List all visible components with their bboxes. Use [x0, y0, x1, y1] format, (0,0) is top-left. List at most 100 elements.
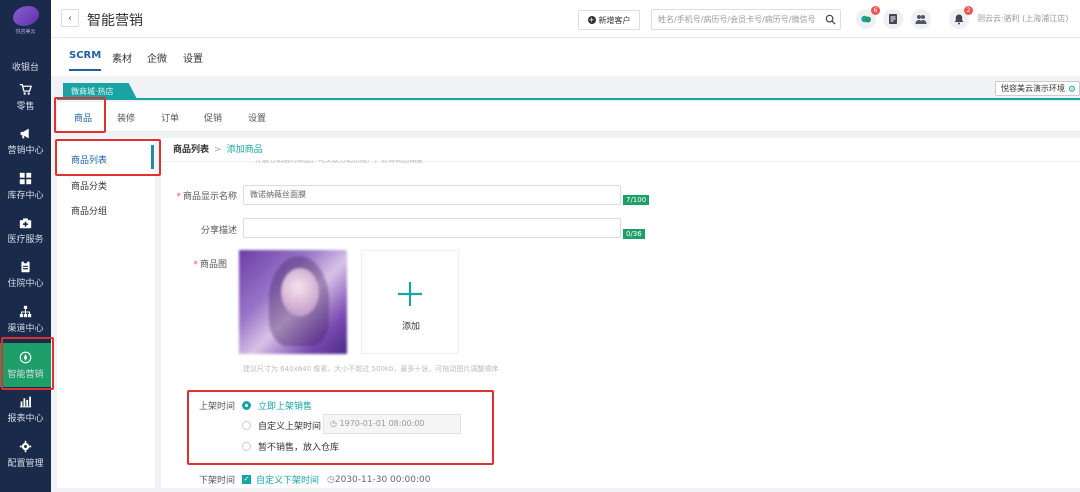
side-item-goods-list[interactable]: 商品列表 [71, 153, 107, 166]
cart-icon [19, 82, 33, 96]
gear-icon [19, 439, 33, 453]
document-button[interactable] [883, 9, 903, 29]
chat-icon [861, 15, 871, 23]
clock-icon: ◷ [327, 474, 335, 485]
nav-item-cashier[interactable]: 收银台 [0, 38, 51, 78]
grid-icon [19, 171, 33, 185]
app-logo[interactable]: 悦容美云 [10, 6, 41, 38]
back-button[interactable]: ‹ [61, 9, 79, 27]
tab-module-settings[interactable]: 设置 [248, 111, 266, 124]
off-shelf-time[interactable]: 2030-11-30 00:00:00 [335, 475, 431, 485]
content-panel: 商品列表 > 添加商品 开启分销后的商品，可关联分销员推广，获得商品佣金 * 商品显示… [161, 138, 1080, 488]
side-menu: 商品列表 商品分类 商品分组 [57, 138, 155, 488]
environment-selector[interactable]: 悦容美云演示环境 ⚙ [995, 81, 1080, 96]
shop-bar: 微商城·热店 悦容美云演示环境 ⚙ [57, 80, 1080, 100]
shelf-option-custom[interactable]: 自定义上架时间 [242, 419, 321, 432]
nav-item-label: 渠道中心 [7, 324, 44, 334]
off-shelf-label: 下架时间 [198, 476, 235, 486]
new-customer-button[interactable]: + 新增客户 [578, 10, 640, 30]
nav-item-config[interactable]: 配置管理 [0, 434, 51, 474]
left-nav: 悦容美云 收银台 零售 营销中心 库存中心 医疗服务 住院中心 渠道中心 智能营… [0, 0, 51, 492]
settings-gear-icon[interactable]: ⚙ [1068, 84, 1076, 97]
sub-nav: SCRM 素材 企微 设置 [51, 38, 1080, 76]
tab-material[interactable]: 素材 [112, 50, 132, 65]
nav-item-label: 零售 [16, 102, 35, 112]
clipboard-icon [19, 259, 33, 273]
nav-item-smart-marketing[interactable]: 智能营销 [0, 343, 51, 387]
shelf-time-input[interactable]: ◷ 1970-01-01 08:00:00 [323, 414, 461, 434]
breadcrumb-next[interactable]: 添加商品 [227, 145, 263, 155]
notification-button[interactable]: 2 [949, 6, 973, 29]
chat-button[interactable]: 6 [856, 6, 880, 29]
chat-badge: 6 [871, 6, 880, 15]
search-placeholder: 姓名/手机号/病历号/会员卡号/病历号/微信号 [658, 15, 816, 24]
bell-icon [954, 14, 964, 25]
top-bar: ‹ 智能营销 + 新增客户 姓名/手机号/病历号/会员卡号/病历号/微信号 6 … [51, 0, 1080, 38]
nav-item-retail[interactable]: 零售 [0, 77, 51, 117]
nav-item-medical-service[interactable]: 医疗服务 [0, 210, 51, 250]
users-button[interactable] [911, 9, 931, 29]
radio-unchecked[interactable] [242, 442, 251, 451]
user-info[interactable]: 测云云·骆利 (上海浦江店) [977, 13, 1068, 24]
nav-item-label: 医疗服务 [7, 235, 44, 245]
tab-goods[interactable]: 商品 [72, 111, 94, 133]
goods-name-label: * 商品显示名称 [176, 192, 237, 202]
radio-checked[interactable] [242, 401, 251, 410]
image-face-shape [281, 268, 319, 316]
breadcrumb-separator: > [214, 145, 222, 155]
tab-promotion[interactable]: 促销 [204, 111, 222, 124]
bar-chart-icon [19, 394, 33, 408]
goods-image-thumbnail[interactable] [239, 250, 347, 354]
global-search-input[interactable]: 姓名/手机号/病历号/会员卡号/病历号/微信号 [651, 9, 841, 30]
share-desc-input[interactable] [243, 218, 621, 238]
breadcrumb-current[interactable]: 商品列表 [173, 145, 209, 155]
environment-label: 悦容美云演示环境 [1001, 84, 1065, 93]
nav-item-channel-center[interactable]: 渠道中心 [0, 299, 51, 339]
logo-mark [12, 6, 39, 26]
shelf-option-immediate[interactable]: 立即上架销售 [242, 399, 312, 412]
form-hint-top: 开启分销后的商品，可关联分销员推广，获得商品佣金 [255, 160, 423, 164]
notification-badge: 2 [964, 6, 973, 15]
nav-item-inventory-center[interactable]: 库存中心 [0, 166, 51, 206]
nav-item-label: 智能营销 [7, 370, 44, 380]
nav-item-label: 库存中心 [7, 191, 44, 201]
add-image-button[interactable]: 添加 [361, 250, 459, 354]
active-indicator [151, 145, 154, 169]
add-image-label: 添加 [401, 322, 420, 332]
radio-unchecked[interactable] [242, 421, 251, 430]
image-hint: 建议尺寸为 640x640 像素，大小不超过 500kb，最多十张，可拖动图片调… [243, 365, 499, 373]
checkbox-checked-icon[interactable]: ✓ [242, 475, 251, 484]
document-icon [889, 14, 897, 24]
nav-item-report-center[interactable]: 报表中心 [0, 389, 51, 429]
goods-image-label: * 商品图 [193, 260, 227, 270]
goods-name-input[interactable]: 微诺纳薇丝面膜 [243, 185, 621, 205]
nav-item-inpatient-center[interactable]: 住院中心 [0, 254, 51, 294]
nav-item-marketing-center[interactable]: 营销中心 [0, 121, 51, 161]
goods-name-counter: 7/100 [623, 195, 650, 205]
off-shelf-option-custom[interactable]: ✓ 自定义下架时间 ◷ 2030-11-30 00:00:00 [242, 473, 430, 486]
medkit-icon [19, 215, 33, 229]
share-desc-label: 分享描述 [200, 226, 237, 236]
breadcrumb: 商品列表 > 添加商品 [161, 138, 1080, 162]
tab-orders[interactable]: 订单 [161, 111, 179, 124]
side-item-goods-category[interactable]: 商品分类 [71, 179, 107, 192]
nav-item-label: 住院中心 [7, 279, 44, 289]
users-icon [915, 15, 927, 24]
plus-icon: + [587, 16, 596, 24]
shelf-option-warehouse[interactable]: 暂不销售，放入仓库 [242, 440, 339, 453]
tab-wecom[interactable]: 企微 [147, 50, 167, 65]
module-tabs: 商品 装修 订单 促销 设置 [57, 102, 1080, 133]
nav-item-label: 营销中心 [7, 146, 44, 156]
side-item-goods-group[interactable]: 商品分组 [71, 204, 107, 217]
shop-tag[interactable]: 微商城·热店 [63, 83, 138, 100]
nav-item-label: 收银台 [11, 63, 39, 73]
tab-subnav-settings[interactable]: 设置 [183, 50, 203, 65]
cashier-icon [19, 43, 33, 57]
nav-item-label: 报表中心 [7, 414, 44, 424]
megaphone-icon [19, 126, 33, 140]
search-icon[interactable] [825, 14, 836, 25]
share-desc-counter: 0/36 [623, 229, 645, 239]
tab-scrm[interactable]: SCRM [69, 50, 102, 71]
compass-icon [19, 350, 33, 364]
tab-decoration[interactable]: 装修 [117, 111, 135, 124]
